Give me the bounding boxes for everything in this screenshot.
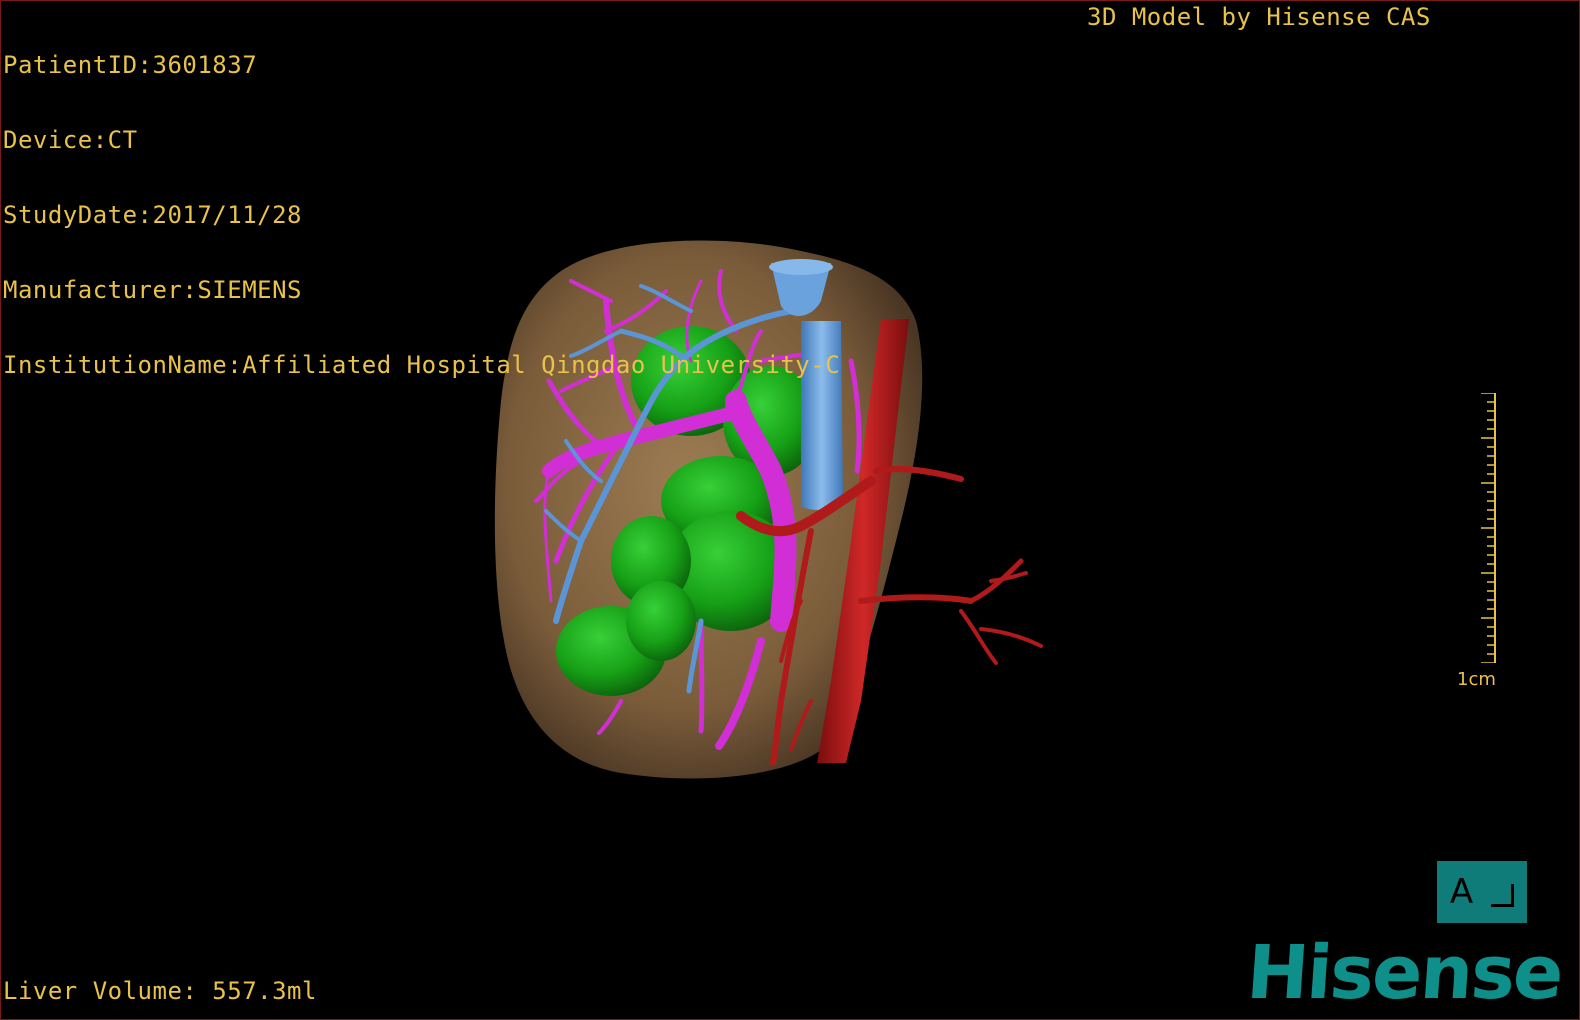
scale-label: 1cm bbox=[1457, 669, 1496, 690]
patient-id-label: PatientID:3601837 bbox=[3, 51, 258, 79]
scale-ruler bbox=[1481, 393, 1496, 663]
device-label: Device:CT bbox=[3, 126, 138, 154]
model-credit-label: 3D Model by Hisense CAS bbox=[1087, 3, 1431, 31]
institution-label: InstitutionName:Affiliated Hospital Qing… bbox=[3, 351, 841, 379]
study-info-overlay: PatientID:3601837 Device:CT StudyDate:20… bbox=[3, 3, 840, 428]
orientation-anterior-label: A bbox=[1449, 872, 1474, 912]
orientation-cube[interactable]: A bbox=[1437, 861, 1527, 923]
orientation-corner-icon bbox=[1491, 883, 1515, 907]
3d-viewport[interactable]: PatientID:3601837 Device:CT StudyDate:20… bbox=[0, 0, 1580, 1020]
study-date-label: StudyDate:2017/11/28 bbox=[3, 201, 302, 229]
manufacturer-label: Manufacturer:SIEMENS bbox=[3, 276, 302, 304]
liver-volume-label: Liver Volume: 557.3ml bbox=[3, 977, 317, 1005]
hisense-logo: Hisense bbox=[1243, 930, 1565, 1016]
